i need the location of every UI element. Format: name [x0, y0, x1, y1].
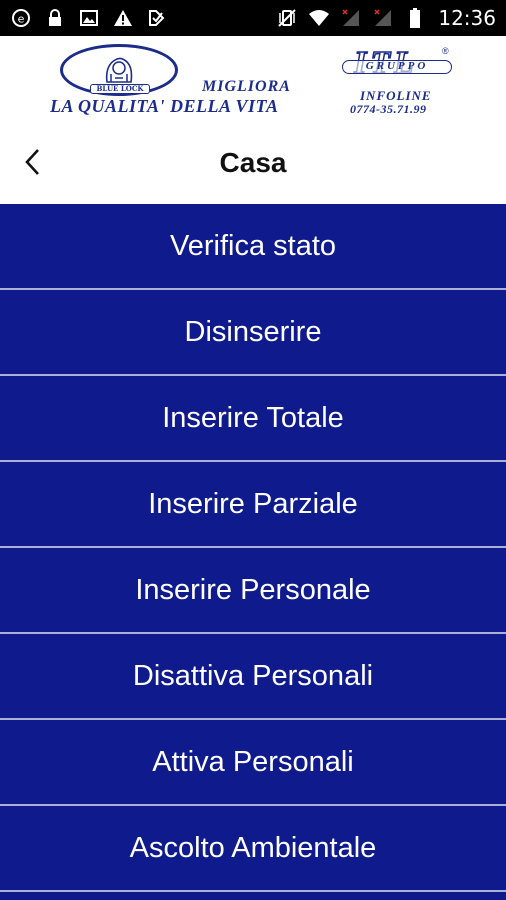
logo-header: BLUE LOCK MIGLIORA LA QUALITA' DELLA VIT… [0, 36, 506, 122]
status-right-icons: 12:36 [276, 6, 496, 30]
menu-item-inserire-totale[interactable]: Inserire Totale [0, 376, 506, 462]
menu-item-disinserire[interactable]: Disinserire [0, 290, 506, 376]
registered-mark: ® [442, 46, 449, 56]
menu-item-disattiva-personali[interactable]: Disattiva Personali [0, 634, 506, 720]
brand-ribbon: BLUE LOCK [90, 84, 150, 94]
signal-icon [340, 7, 362, 29]
menu-item-ascolto-ambientale[interactable]: Ascolto Ambientale [0, 806, 506, 892]
status-bar: e 12:36 [0, 0, 506, 36]
logo-slogan: LA QUALITA' DELLA VITA [50, 96, 279, 116]
status-left-icons: e [10, 7, 168, 29]
svg-text:e: e [18, 13, 25, 26]
signal-icon [372, 7, 394, 29]
title-bar: Casa [0, 122, 506, 204]
menu-item-verifica-stato[interactable]: Verifica stato [0, 204, 506, 290]
warning-icon [112, 7, 134, 29]
menu-item-label: Ascolto Ambientale [129, 831, 377, 864]
status-time: 12:36 [438, 6, 496, 30]
itl-gruppo: GRUPPO [342, 60, 452, 74]
menu-item-label: Inserire Personale [135, 573, 371, 606]
itl-logo: ITL ® GRUPPO INFOLINE 0774-35.71.99 [338, 43, 458, 116]
menu-item-label: Attiva Personali [152, 745, 354, 778]
vibrate-icon [276, 7, 298, 29]
lock-icon [44, 7, 66, 29]
back-button[interactable] [14, 144, 50, 180]
battery-icon [404, 7, 426, 29]
itl-phone: 0774-35.71.99 [350, 102, 427, 116]
menu-item-inserire-parziale[interactable]: Inserire Parziale [0, 462, 506, 548]
download-check-icon [146, 7, 168, 29]
menu-item-label: Disinserire [184, 315, 322, 348]
page-title: Casa [219, 147, 287, 178]
chevron-left-icon [25, 149, 39, 175]
image-icon [78, 7, 100, 29]
menu-item-attiva-personali[interactable]: Attiva Personali [0, 720, 506, 806]
notification-e-icon: e [10, 7, 32, 29]
menu-item-label: Inserire Totale [162, 401, 344, 434]
logo-migliora: MIGLIORA [202, 78, 291, 95]
wifi-icon [308, 7, 330, 29]
command-menu: Verifica stato Disinserire Inserire Tota… [0, 204, 506, 900]
menu-item-label: Disattiva Personali [132, 659, 374, 692]
menu-item-inserire-personale[interactable]: Inserire Personale [0, 548, 506, 634]
lion-icon [105, 57, 133, 83]
menu-item-label: Inserire Parziale [148, 487, 358, 520]
menu-item-label: Verifica stato [169, 229, 337, 262]
bluelock-logo: BLUE LOCK MIGLIORA LA QUALITA' DELLA VIT… [50, 44, 312, 116]
